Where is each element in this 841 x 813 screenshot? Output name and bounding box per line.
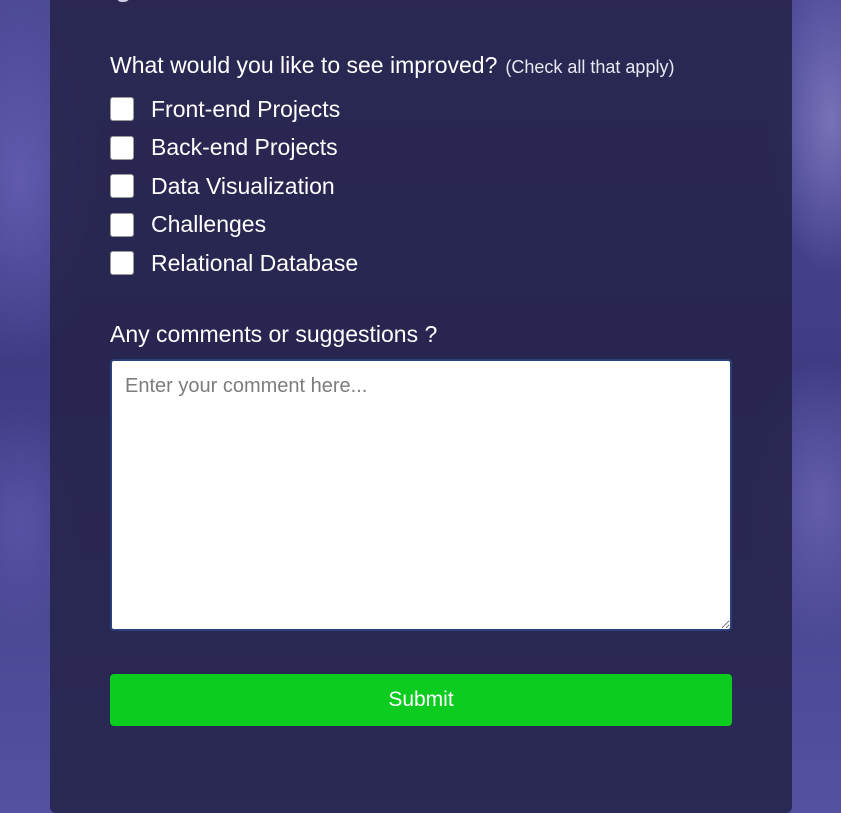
checkbox-front-end-projects[interactable] — [110, 97, 134, 122]
option-label: Data Visualization — [151, 172, 335, 199]
improvement-question-hint: (Check all that apply) — [505, 57, 675, 77]
checkbox-relational-database[interactable] — [110, 251, 134, 276]
option-label: Front-end Projects — [151, 95, 341, 122]
submit-button[interactable]: Submit — [110, 674, 732, 726]
checkbox-challenges[interactable] — [110, 212, 134, 237]
option-data-visualization[interactable]: Data Visualization — [110, 167, 358, 206]
option-relational-database[interactable]: Relational Database — [110, 244, 358, 283]
improvement-options-list: Front-end Projects Back-end Projects Dat… — [110, 90, 358, 283]
checkbox-back-end-projects[interactable] — [110, 135, 134, 160]
option-label: Relational Database — [151, 249, 359, 276]
comments-label: Any comments or suggestions ? — [110, 321, 438, 347]
comments-textarea[interactable] — [110, 359, 732, 631]
option-label: Back-end Projects — [151, 134, 338, 161]
option-challenges[interactable]: Challenges — [110, 206, 358, 245]
improvement-question-text: What would you like to see improved? — [110, 52, 498, 78]
option-front-end-projects[interactable]: Front-end Projects — [110, 90, 358, 129]
option-label: Challenges — [151, 211, 267, 238]
improvement-question: What would you like to see improved? (Che… — [110, 52, 674, 79]
option-back-end-projects[interactable]: Back-end Projects — [110, 129, 358, 168]
checkbox-data-visualization[interactable] — [110, 174, 134, 199]
